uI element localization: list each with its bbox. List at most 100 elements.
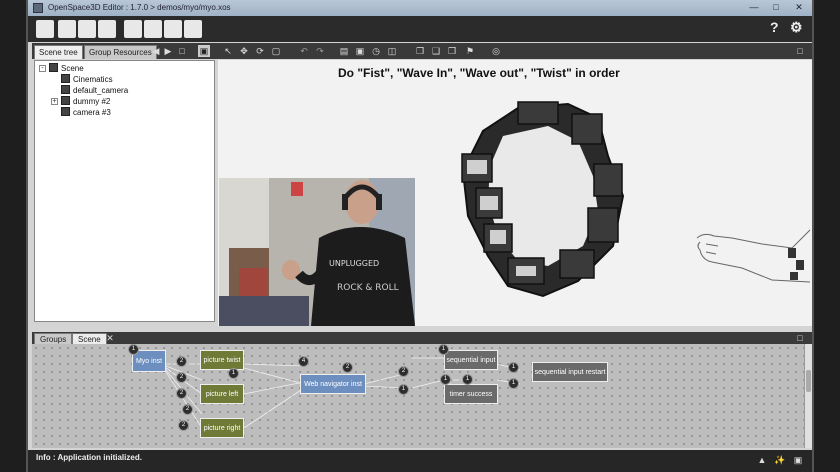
svg-text:UNPLUGGED: UNPLUGGED [329, 259, 379, 268]
webcam-feed: UNPLUGGED ROCK & ROLL [219, 178, 415, 326]
folder-icon [61, 74, 70, 83]
graph-port[interactable]: 1 [462, 374, 473, 385]
select-icon[interactable]: ↖ [222, 45, 234, 57]
tab-scene-tree[interactable]: Scene tree [34, 45, 83, 59]
help-icon[interactable]: ? [770, 19, 779, 35]
graph-port[interactable]: 2 [178, 420, 189, 431]
maximize-button[interactable]: □ [766, 1, 786, 13]
tree-item-label: Cinematics [73, 75, 113, 84]
tree-item-label: Scene [61, 64, 84, 73]
layout-icon[interactable]: ◫ [386, 45, 398, 57]
tree-item-label: default_camera [73, 86, 129, 95]
close-tab-icon[interactable]: ✕ [104, 332, 116, 344]
graph-port[interactable]: 4 [298, 356, 309, 367]
undo-icon[interactable]: ↶ [298, 45, 310, 57]
main-toolbar: ? ⚙ [28, 16, 812, 42]
tree-item-scene[interactable]: Scene [49, 63, 84, 74]
play-icon[interactable] [184, 20, 202, 38]
scrollbar-thumb[interactable] [806, 370, 811, 392]
scale-icon[interactable]: ▢ [270, 45, 282, 57]
viewport-heading: Do "Fist", "Wave In", "Wave out", "Twist… [338, 66, 620, 80]
graph-port[interactable]: 2 [342, 362, 353, 373]
tools-icon[interactable]: ✨ [774, 454, 786, 466]
tab-group-resources[interactable]: Group Resources [84, 45, 157, 59]
copy-icon[interactable]: ❐ [414, 45, 426, 57]
view-icon[interactable]: ▤ [338, 45, 350, 57]
redo-icon[interactable]: ↷ [314, 45, 326, 57]
panel-undock-icon[interactable]: □ [794, 45, 806, 57]
tab-right-arrow-icon[interactable]: ▶ [162, 45, 174, 57]
close-button[interactable]: ✕ [788, 1, 810, 13]
title-bar: OpenSpace3D Editor : 1.7.0 > demos/myo/m… [28, 0, 812, 16]
collapse-icon[interactable]: - [39, 65, 46, 72]
edit-mode-icon[interactable]: ▣ [198, 45, 210, 57]
relation-graph[interactable]: Myo inst picture twist picture left pict… [32, 344, 804, 448]
tree-item-camera-3[interactable]: camera #3 [61, 107, 111, 118]
app-icon [33, 3, 43, 13]
graph-port[interactable]: 2 [176, 372, 187, 383]
window-icon[interactable]: ▣ [792, 454, 804, 466]
shield-icon[interactable]: ◎ [490, 45, 502, 57]
duplicate-icon[interactable]: ❒ [446, 45, 458, 57]
save-icon[interactable] [78, 20, 96, 38]
graph-port[interactable]: 1 [508, 362, 519, 373]
add-icon[interactable] [124, 20, 142, 38]
graph-port[interactable]: 1 [440, 374, 451, 385]
dummy-icon [61, 96, 70, 105]
myo-armband-model [461, 101, 625, 298]
clock-icon[interactable]: ◷ [370, 45, 382, 57]
rotate-icon[interactable]: ⟳ [254, 45, 266, 57]
graph-node[interactable]: timer success [444, 384, 498, 404]
graph-port[interactable]: 1 [228, 368, 239, 379]
table-icon[interactable] [144, 20, 162, 38]
graph-port[interactable]: 2 [176, 356, 187, 367]
3d-viewport[interactable]: Do "Fist", "Wave In", "Wave out", "Twist… [218, 60, 812, 326]
webcam-image: UNPLUGGED ROCK & ROLL [219, 178, 415, 326]
tree-item-dummy[interactable]: dummy #2 [61, 96, 110, 107]
camera-icon [61, 107, 70, 116]
minimize-button[interactable]: — [744, 1, 764, 13]
tab-scene[interactable]: Scene [72, 333, 107, 344]
tag-icon[interactable]: ⚑ [464, 45, 476, 57]
graph-scrollbar[interactable] [804, 344, 812, 448]
status-text: Info : Application initialized. [36, 453, 142, 462]
graph-port[interactable]: 2 [182, 404, 193, 415]
save-as-icon[interactable] [98, 20, 116, 38]
graph-node[interactable]: Web navigator inst [300, 374, 366, 394]
graph-node[interactable]: picture twist [200, 350, 244, 370]
graph-tabs-bar: Groups Scene ✕ □ [32, 332, 812, 344]
network-icon[interactable]: ▲ [756, 454, 768, 466]
tree-item-default-camera[interactable]: default_camera [61, 85, 128, 96]
new-icon[interactable] [36, 20, 54, 38]
settings-icon[interactable]: ⚙ [790, 19, 803, 36]
graph-port[interactable]: 1 [398, 384, 409, 395]
graph-port[interactable]: 1 [438, 344, 449, 355]
tab-left-arrow-icon[interactable]: ◀ [150, 45, 162, 57]
tab-groups[interactable]: Groups [34, 333, 73, 344]
panel-undock-icon[interactable]: □ [794, 332, 806, 344]
graph-node[interactable]: sequential input restart [532, 362, 608, 382]
window-title: OpenSpace3D Editor : 1.7.0 > demos/myo/m… [48, 3, 231, 12]
graph-node[interactable]: picture right [200, 418, 244, 438]
plugin-icon[interactable] [164, 20, 182, 38]
tree-item-label: dummy #2 [73, 97, 111, 106]
tree-item-label: camera #3 [73, 108, 111, 117]
expand-icon[interactable]: + [51, 98, 58, 105]
graph-port[interactable]: 1 [508, 378, 519, 389]
scene-icon [49, 63, 58, 72]
graph-node[interactable]: picture left [200, 384, 244, 404]
graph-port[interactable]: 2 [176, 388, 187, 399]
paste-icon[interactable]: ❑ [430, 45, 442, 57]
tree-item-cinematics[interactable]: Cinematics [61, 74, 113, 85]
graph-node[interactable]: sequential input [444, 350, 498, 370]
status-bar: Info : Application initialized. ▲ ✨ ▣ [28, 450, 812, 472]
svg-text:ROCK & ROLL: ROCK & ROLL [337, 283, 399, 293]
graph-port[interactable]: 1 [128, 344, 139, 355]
editor-window: OpenSpace3D Editor : 1.7.0 > demos/myo/m… [26, 0, 814, 472]
open-icon[interactable] [58, 20, 76, 38]
move-icon[interactable]: ✥ [238, 45, 250, 57]
undock-icon[interactable]: □ [176, 45, 188, 57]
scene-tabs-bar: Scene tree Group Resources ◀ ▶ □ ▣ ↖ ✥ ⟳… [32, 43, 812, 59]
cube-icon[interactable]: ▣ [354, 45, 366, 57]
graph-port[interactable]: 2 [398, 366, 409, 377]
